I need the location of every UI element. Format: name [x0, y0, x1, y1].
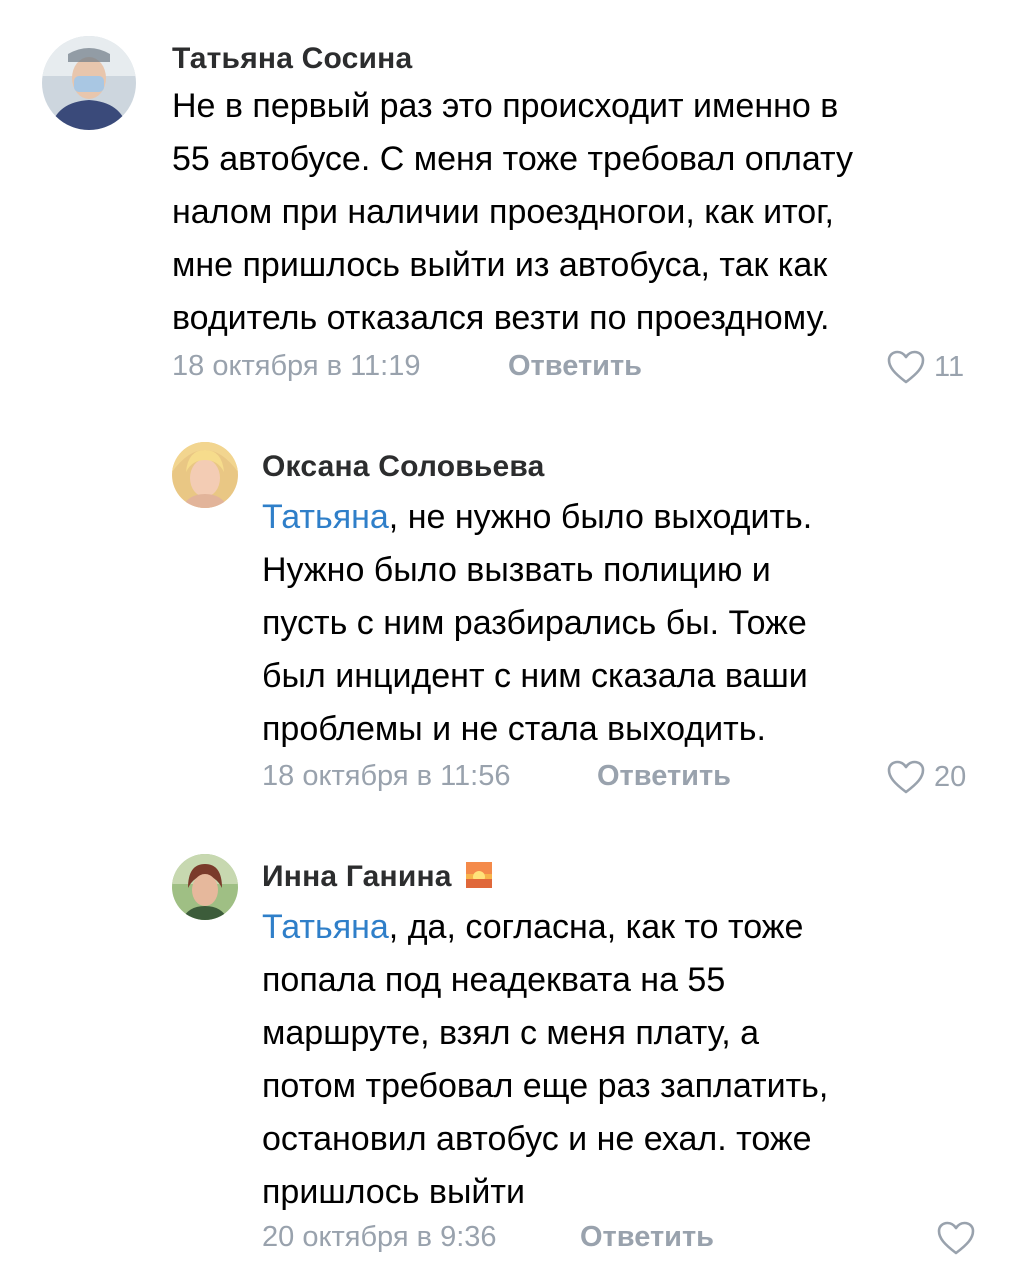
- comment-text-line: Татьяна, да, согласна, как то тоже: [262, 901, 828, 954]
- comment-text-line-rest: , не нужно было выходить.: [388, 498, 813, 536]
- comment-text-line: пришлось выйти: [262, 1173, 525, 1211]
- comment-text-line: Нужно было вызвать полицию и: [262, 551, 771, 589]
- comment-date: 20 октября в 9:36: [262, 1221, 497, 1253]
- heart-outline-icon: [887, 350, 925, 384]
- comment-3: Инна Ганина Татьяна, да, согласна, как т…: [0, 830, 1019, 1280]
- comment-text-line: маршруте, взял с меня плату, а: [262, 1014, 760, 1052]
- comment-author[interactable]: Инна Ганина: [262, 860, 493, 894]
- mention-link[interactable]: Татьяна: [262, 908, 389, 946]
- sunset-emoji-icon: [466, 862, 493, 888]
- comment-text-line-rest: , да, согласна, как то тоже: [388, 908, 804, 946]
- heart-outline-icon: [937, 1221, 975, 1255]
- comment-text-line: 55 автобусе. С меня тоже требовал оплату: [172, 140, 854, 178]
- avatar[interactable]: [42, 36, 136, 130]
- comment-text-line: мне пришлось выйти из автобуса, так как: [172, 246, 828, 284]
- comment-text-line: был инцидент с ним сказала ваши: [262, 657, 808, 695]
- avatar[interactable]: [172, 854, 238, 920]
- reply-button[interactable]: Ответить: [580, 1221, 714, 1254]
- reply-button[interactable]: Ответить: [597, 760, 731, 793]
- comment-author[interactable]: Оксана Соловьева: [262, 450, 545, 484]
- like-count: 20: [934, 760, 967, 793]
- comment-text: Татьяна, да, согласна, как то тоже попал…: [262, 901, 828, 1219]
- like-button[interactable]: 11: [886, 349, 964, 385]
- comment-text-line: попала под неадеквата на 55: [262, 961, 726, 999]
- comment-text: Татьяна, не нужно было выходить. Нужно б…: [262, 491, 812, 756]
- comment-date: 18 октября в 11:56: [262, 760, 511, 792]
- comment-text-line: Не в первый раз это происходит именно в: [172, 87, 839, 125]
- like-button[interactable]: 20: [886, 759, 966, 795]
- like-count: 11: [934, 350, 965, 383]
- comment-text-line: водитель отказался везти по проездному.: [172, 299, 830, 337]
- heart-outline-icon: [887, 760, 925, 794]
- comment-text: Не в первый раз это происходит именно в …: [172, 80, 853, 345]
- reply-button[interactable]: Ответить: [508, 350, 642, 383]
- mention-link[interactable]: Татьяна: [262, 498, 389, 536]
- comment-text-line: проблемы и не стала выходить.: [262, 710, 766, 748]
- comment-1: Татьяна Сосина Не в первый раз это проис…: [0, 0, 1019, 400]
- avatar[interactable]: [172, 442, 238, 508]
- comment-text-line: остановил автобус и не ехал. тоже: [262, 1120, 812, 1158]
- like-button[interactable]: [936, 1220, 984, 1256]
- comment-date: 18 октября в 11:19: [172, 350, 421, 382]
- comment-text-line: пусть с ним разбирались бы. Тоже: [262, 604, 807, 642]
- comment-text-line: потом требовал еще раз заплатить,: [262, 1067, 829, 1105]
- comment-text-line: Татьяна, не нужно было выходить.: [262, 491, 812, 544]
- author-name: Инна Ганина: [262, 860, 452, 893]
- comment-author[interactable]: Татьяна Сосина: [172, 42, 412, 76]
- comment-text-line: налом при наличии проездногои, как итог,: [172, 193, 834, 231]
- comment-2: Оксана Соловьева Татьяна, не нужно было …: [0, 400, 1019, 830]
